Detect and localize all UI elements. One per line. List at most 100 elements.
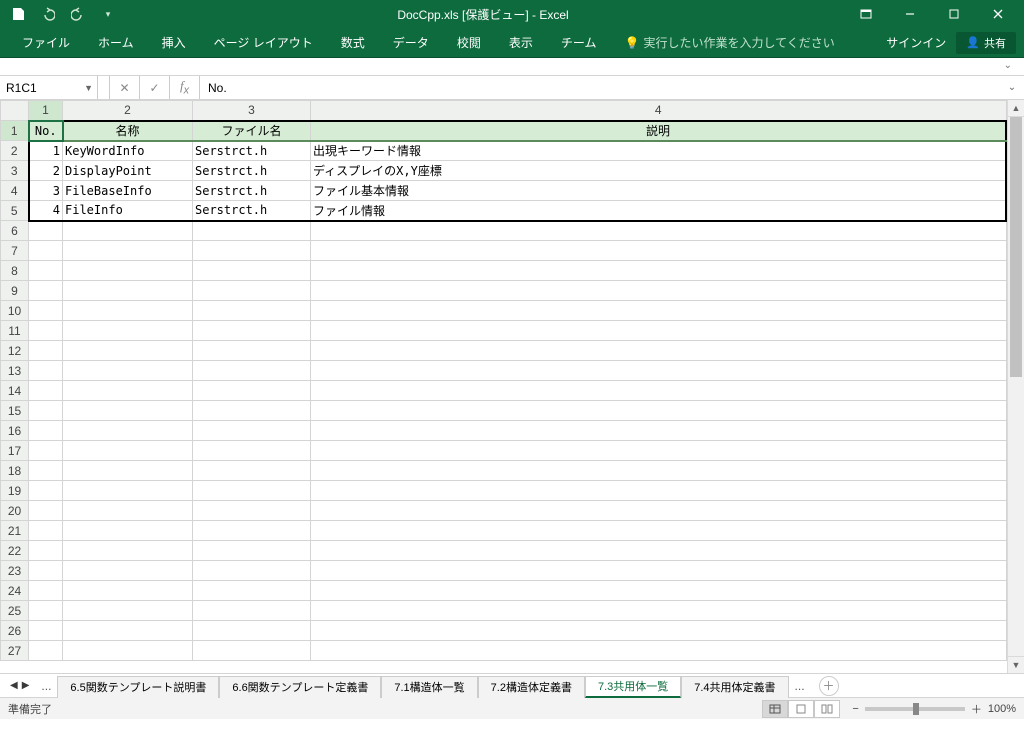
- tab-team[interactable]: チーム: [547, 28, 611, 58]
- cell[interactable]: [29, 241, 63, 261]
- cell[interactable]: [193, 601, 311, 621]
- cell[interactable]: 1: [29, 141, 63, 161]
- select-all-corner[interactable]: [1, 101, 29, 121]
- maximize-icon[interactable]: [932, 0, 976, 28]
- row-header[interactable]: 14: [1, 381, 29, 401]
- zoom-in-icon[interactable]: ＋: [971, 701, 982, 717]
- cell[interactable]: [311, 441, 1007, 461]
- sheet-tab[interactable]: 7.1構造体一覧: [381, 676, 477, 698]
- minimize-icon[interactable]: [888, 0, 932, 28]
- row-header[interactable]: 22: [1, 541, 29, 561]
- cell[interactable]: [193, 561, 311, 581]
- cell[interactable]: [63, 581, 193, 601]
- cell[interactable]: [29, 301, 63, 321]
- row-header[interactable]: 10: [1, 301, 29, 321]
- cell[interactable]: [63, 381, 193, 401]
- cell[interactable]: Serstrct.h: [193, 181, 311, 201]
- name-box[interactable]: R1C1 ▼: [0, 76, 98, 99]
- row-header[interactable]: 21: [1, 521, 29, 541]
- cell[interactable]: ファイル基本情報: [311, 181, 1007, 201]
- tab-nav-prev-icon[interactable]: ◀: [10, 680, 18, 691]
- cell[interactable]: [193, 361, 311, 381]
- cancel-formula-icon[interactable]: ✕: [110, 76, 140, 99]
- cell[interactable]: [63, 521, 193, 541]
- zoom-slider[interactable]: [865, 707, 965, 711]
- cell[interactable]: [193, 301, 311, 321]
- tab-formulas[interactable]: 数式: [327, 28, 379, 58]
- cell[interactable]: [29, 381, 63, 401]
- tell-me[interactable]: 💡 実行したい作業を入力してください: [610, 28, 848, 58]
- cell[interactable]: [63, 641, 193, 661]
- cell[interactable]: [193, 541, 311, 561]
- zoom-value[interactable]: 100%: [988, 703, 1016, 715]
- cell[interactable]: [63, 481, 193, 501]
- scroll-up-icon[interactable]: ▲: [1008, 100, 1024, 117]
- row-header[interactable]: 16: [1, 421, 29, 441]
- ribbon-expand-icon[interactable]: ⌄: [1004, 60, 1012, 71]
- cell[interactable]: [193, 381, 311, 401]
- cell[interactable]: [29, 541, 63, 561]
- cell[interactable]: [63, 261, 193, 281]
- cell[interactable]: [63, 281, 193, 301]
- row-header[interactable]: 3: [1, 161, 29, 181]
- formula-input[interactable]: No.: [200, 76, 1000, 99]
- cell[interactable]: KeyWordInfo: [63, 141, 193, 161]
- cell[interactable]: [29, 421, 63, 441]
- cell[interactable]: [311, 401, 1007, 421]
- name-box-dropdown-icon[interactable]: ▼: [84, 83, 93, 93]
- cell[interactable]: [311, 341, 1007, 361]
- cell[interactable]: [63, 421, 193, 441]
- row-header[interactable]: 6: [1, 221, 29, 241]
- cell[interactable]: [311, 601, 1007, 621]
- row-header[interactable]: 18: [1, 461, 29, 481]
- cell[interactable]: [63, 561, 193, 581]
- cell[interactable]: [193, 441, 311, 461]
- cell[interactable]: 名称: [63, 121, 193, 141]
- cell[interactable]: [29, 341, 63, 361]
- cell[interactable]: [63, 621, 193, 641]
- cell[interactable]: [29, 441, 63, 461]
- row-header[interactable]: 7: [1, 241, 29, 261]
- column-header-3[interactable]: 3: [193, 101, 311, 121]
- cell[interactable]: [193, 321, 311, 341]
- cell[interactable]: [311, 501, 1007, 521]
- zoom-slider-thumb[interactable]: [913, 703, 919, 715]
- cell[interactable]: [29, 641, 63, 661]
- row-header[interactable]: 15: [1, 401, 29, 421]
- normal-view-icon[interactable]: [762, 700, 788, 718]
- row-header[interactable]: 24: [1, 581, 29, 601]
- tab-review[interactable]: 校閲: [443, 28, 495, 58]
- zoom-out-icon[interactable]: −: [852, 703, 858, 715]
- cell[interactable]: [311, 381, 1007, 401]
- row-header[interactable]: 9: [1, 281, 29, 301]
- cell[interactable]: [311, 281, 1007, 301]
- cell[interactable]: [29, 321, 63, 341]
- page-layout-view-icon[interactable]: [788, 700, 814, 718]
- row-header[interactable]: 17: [1, 441, 29, 461]
- column-header-2[interactable]: 2: [63, 101, 193, 121]
- row-header[interactable]: 25: [1, 601, 29, 621]
- tab-view[interactable]: 表示: [495, 28, 547, 58]
- cell[interactable]: [29, 401, 63, 421]
- cell[interactable]: [29, 561, 63, 581]
- formula-bar-expand-icon[interactable]: ⌄: [1000, 76, 1024, 99]
- qat-customize-icon[interactable]: ▾: [94, 2, 122, 26]
- cell[interactable]: [311, 261, 1007, 281]
- column-header-1[interactable]: 1: [29, 101, 63, 121]
- cell[interactable]: [193, 521, 311, 541]
- cell[interactable]: [193, 421, 311, 441]
- cell[interactable]: [63, 541, 193, 561]
- cell[interactable]: [63, 401, 193, 421]
- cell[interactable]: [193, 641, 311, 661]
- sheet-tab[interactable]: 6.5関数テンプレート説明書: [57, 676, 219, 698]
- row-header[interactable]: 13: [1, 361, 29, 381]
- row-header[interactable]: 2: [1, 141, 29, 161]
- cell[interactable]: [29, 261, 63, 281]
- tab-page-layout[interactable]: ページ レイアウト: [200, 28, 327, 58]
- cell[interactable]: [193, 581, 311, 601]
- cell[interactable]: [311, 421, 1007, 441]
- column-header-4[interactable]: 4: [311, 101, 1007, 121]
- cell[interactable]: [63, 441, 193, 461]
- row-header[interactable]: 8: [1, 261, 29, 281]
- row-header[interactable]: 4: [1, 181, 29, 201]
